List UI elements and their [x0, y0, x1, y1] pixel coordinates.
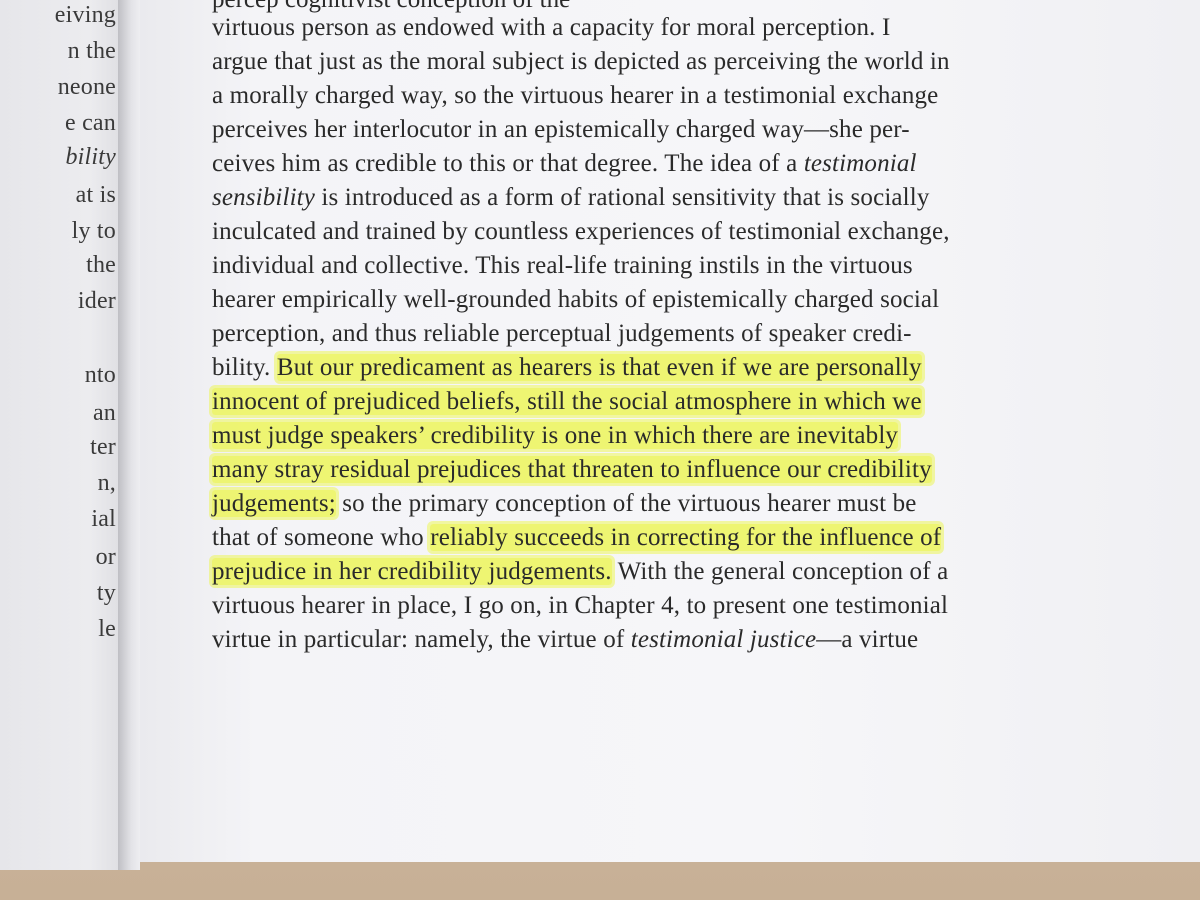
clipped-top-line: percep cognitivist conception of the — [212, 0, 570, 14]
text-line: hearer empirically well-grounded habits … — [212, 286, 939, 314]
highlighted-text: many stray residual prejudices that thre… — [212, 456, 932, 483]
text-line: innocent of prejudiced beliefs, still th… — [212, 388, 922, 416]
left-page: eiving n the neone e can bility at is ly to the… — [0, 0, 128, 870]
text-segment: perception, and thus reliable perceptual… — [212, 320, 912, 347]
text-line: virtuous person as endowed with a capaci… — [212, 14, 890, 42]
highlighted-text: must judge speakers’ credibility is one … — [212, 422, 899, 449]
highlighted-text: judgements; — [212, 490, 336, 517]
text-segment: —a virtue — [816, 626, 919, 653]
left-page-line: or — [95, 544, 116, 570]
left-page-line: n the — [67, 38, 116, 64]
text-segment: bility. — [212, 354, 277, 381]
text-line: virtuous hearer in place, I go on, in Ch… — [212, 592, 948, 620]
text-line: must judge speakers’ credibility is one … — [212, 422, 899, 450]
text-line: many stray residual prejudices that thre… — [212, 456, 932, 484]
text-line: judgements; so the primary conception of… — [212, 490, 916, 518]
left-page-line: eiving — [54, 2, 116, 28]
text-line: ceives him as credible to this or that d… — [212, 150, 917, 178]
highlighted-text: But our predicament as hearers is that e… — [276, 354, 922, 381]
text-segment: perceives her interlocutor in an epistem… — [212, 116, 910, 143]
text-line: a morally charged way, so the virtuous h… — [212, 82, 938, 110]
text-line: perception, and thus reliable perceptual… — [212, 320, 912, 348]
left-page-line: e can — [65, 110, 116, 136]
text-segment: virtue in particular: namely, the virtue… — [212, 626, 631, 653]
text-line: prejudice in her credibility judgements.… — [212, 558, 948, 586]
italic-text: testimonial — [803, 150, 917, 177]
left-page-line: nto — [84, 362, 116, 388]
text-line: argue that just as the moral subject is … — [212, 48, 950, 76]
text-line: virtue in particular: namely, the virtue… — [212, 626, 918, 654]
text-segment: so the primary conception of the virtuou… — [335, 490, 917, 517]
text-line: sensibility is introduced as a form of r… — [212, 184, 930, 212]
highlighted-text: reliably succeeds in correcting for the … — [430, 524, 942, 551]
text-segment: ceives him as credible to this or that d… — [212, 150, 804, 177]
text-line: inculcated and trained by countless expe… — [212, 218, 950, 246]
text-segment: With the general conception of a — [611, 558, 949, 585]
text-line: perceives her interlocutor in an epistem… — [212, 116, 910, 144]
text-segment: a morally charged way, so the virtuous h… — [212, 82, 939, 109]
left-page-line: ly to — [71, 218, 116, 244]
left-page-line: bility — [65, 144, 116, 170]
italic-text: testimonial justice — [630, 626, 817, 653]
text-segment: argue that just as the moral subject is … — [212, 48, 950, 75]
text-segment: is introduced as a form of rational sens… — [315, 184, 930, 211]
left-page-line: n, — [97, 470, 116, 496]
left-page-line: ial — [91, 506, 116, 532]
text-line: that of someone who reliably succeeds in… — [212, 524, 942, 552]
text-segment: virtuous hearer in place, I go on, in Ch… — [212, 592, 949, 619]
highlighted-text: prejudice in her credibility judgements. — [212, 558, 612, 585]
book-gutter — [118, 0, 140, 870]
left-page-line: ider — [77, 288, 116, 314]
left-page-line: le — [98, 616, 116, 642]
text-line: bility. But our predicament as hearers i… — [212, 354, 922, 382]
left-page-line: ter — [90, 434, 116, 460]
left-page-line: the — [86, 252, 116, 278]
text-segment: inculcated and trained by countless expe… — [212, 218, 950, 245]
text-segment: that of someone who — [212, 524, 431, 551]
text-segment: individual and collective. This real-lif… — [212, 252, 913, 279]
text-segment: hearer empirically well-grounded habits … — [212, 286, 940, 313]
highlighted-text: innocent of prejudiced beliefs, still th… — [212, 388, 922, 415]
left-page-line: at is — [75, 182, 116, 208]
left-page-line: neone — [57, 74, 116, 100]
text-segment: virtuous person as endowed with a capaci… — [212, 14, 891, 41]
italic-text: sensibility — [212, 184, 316, 211]
text-line: individual and collective. This real-lif… — [212, 252, 913, 280]
left-page-line: an — [92, 400, 116, 426]
left-page-line: ty — [96, 580, 116, 606]
